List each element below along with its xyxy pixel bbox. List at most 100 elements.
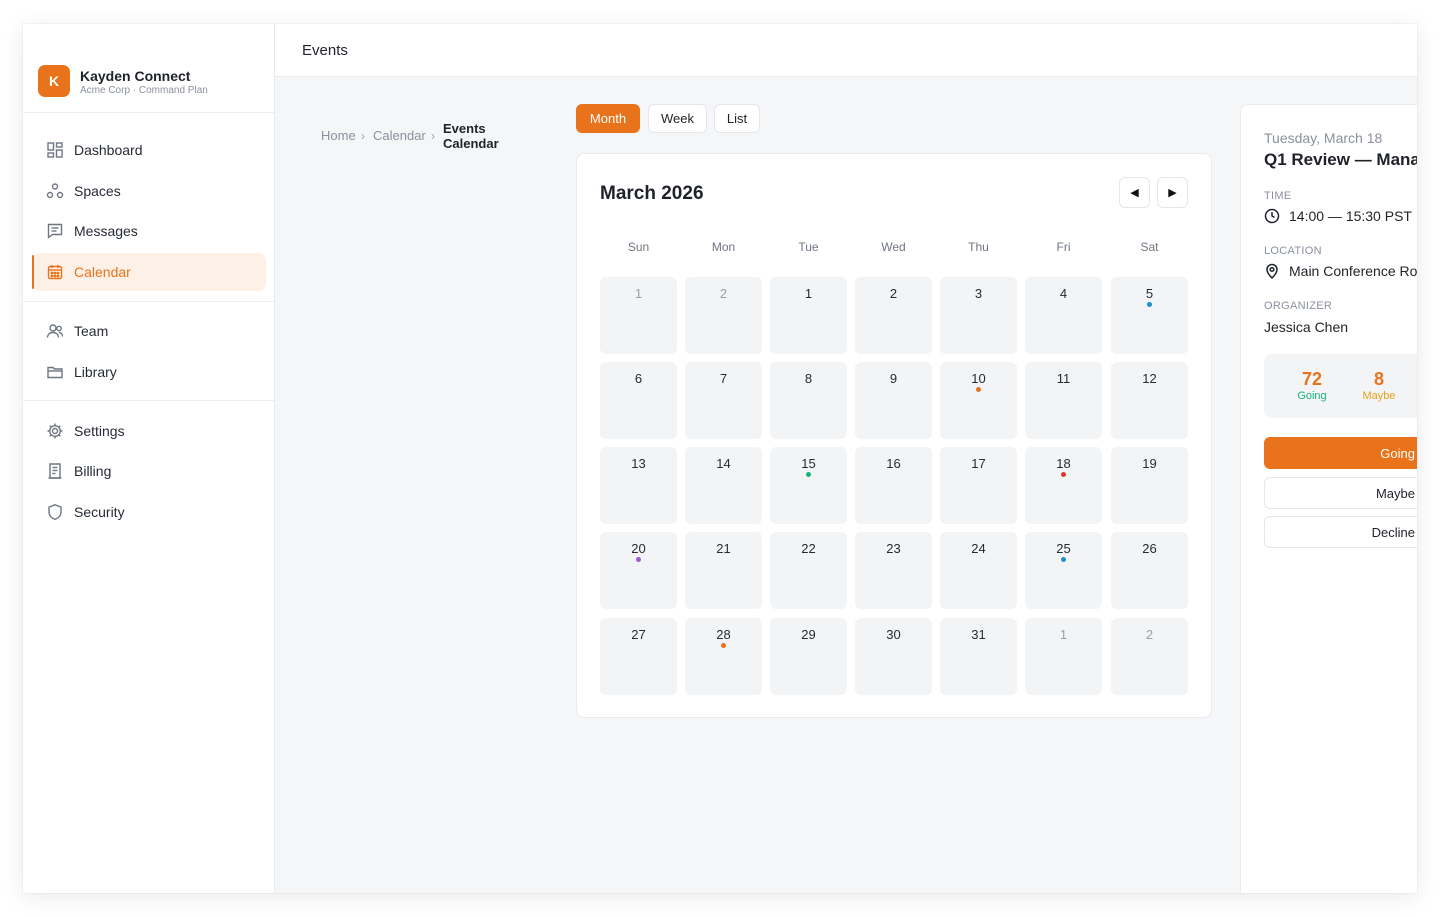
breadcrumb-separator: › xyxy=(431,129,435,143)
sidebar-item-team[interactable]: Team xyxy=(32,312,266,350)
calendar-day-cell[interactable]: 13 xyxy=(600,447,677,524)
next-month-button[interactable]: ▶ xyxy=(1157,177,1188,208)
previous-month-button[interactable]: ◀ xyxy=(1119,177,1150,208)
day-number: 18 xyxy=(1056,456,1071,471)
event-detail-panel: Tuesday, March 18 Q1 Review — Mana TIME … xyxy=(1240,104,1417,893)
sidebar-item-spaces[interactable]: Spaces xyxy=(32,172,266,210)
rsvp-decline-button[interactable]: Decline xyxy=(1264,516,1417,548)
calendar-day-cell[interactable]: 3 xyxy=(940,277,1017,354)
calendar-day-cell[interactable]: 22 xyxy=(770,532,847,609)
day-number: 13 xyxy=(631,456,646,471)
sidebar-item-label: Calendar xyxy=(74,264,131,280)
weekday-label: Wed xyxy=(881,240,906,254)
sidebar-item-label: Spaces xyxy=(74,183,121,199)
tab-week[interactable]: Week xyxy=(648,104,707,133)
calendar-day-cell[interactable]: 9 xyxy=(855,362,932,439)
calendar-day-cell[interactable]: 5 xyxy=(1111,277,1188,354)
sidebar-item-billing[interactable]: Billing xyxy=(32,452,266,490)
breadcrumb-separator: › xyxy=(361,129,365,143)
calendar-day-cell[interactable]: 2 xyxy=(855,277,932,354)
day-number: 25 xyxy=(1056,541,1071,556)
sidebar-item-messages[interactable]: Messages xyxy=(32,212,266,250)
event-indicator-dot xyxy=(1061,557,1066,562)
sidebar-item-security[interactable]: Security xyxy=(32,493,266,531)
folder-icon xyxy=(46,363,64,381)
day-number: 23 xyxy=(886,541,901,556)
day-number: 9 xyxy=(889,371,898,386)
top-bar: Events xyxy=(275,24,1417,77)
calendar-day-cell[interactable]: 8 xyxy=(770,362,847,439)
tab-month[interactable]: Month xyxy=(576,104,640,133)
breadcrumb-home[interactable]: Home xyxy=(321,128,356,143)
event-indicator-dot xyxy=(1147,302,1152,307)
sidebar-divider xyxy=(23,301,274,302)
calendar-day-cell[interactable]: 1 xyxy=(600,277,677,354)
calendar-day-cell[interactable]: 30 xyxy=(855,618,932,695)
calendar-day-cell[interactable]: 2 xyxy=(1111,618,1188,695)
event-indicator-dot xyxy=(636,557,641,562)
sidebar-item-library[interactable]: Library xyxy=(32,353,266,391)
day-number: 24 xyxy=(971,541,986,556)
calendar-day-cell[interactable]: 2 xyxy=(685,277,762,354)
day-number: 21 xyxy=(716,541,731,556)
tab-list[interactable]: List xyxy=(714,104,760,133)
day-number: 2 xyxy=(889,286,898,301)
receipt-icon xyxy=(46,462,64,480)
calendar-day-cell[interactable]: 1 xyxy=(1025,618,1102,695)
day-number: 1 xyxy=(1059,627,1068,642)
time-label: TIME xyxy=(1264,190,1292,202)
weekday-label: Sun xyxy=(627,240,650,254)
event-indicator-dot xyxy=(806,472,811,477)
calendar-day-cell[interactable]: 19 xyxy=(1111,447,1188,524)
sidebar-item-dashboard[interactable]: Dashboard xyxy=(32,131,266,169)
calendar-day-cell[interactable]: 21 xyxy=(685,532,762,609)
calendar-day-cell[interactable]: 11 xyxy=(1025,362,1102,439)
sidebar-item-settings[interactable]: Settings xyxy=(32,412,266,450)
calendar-day-cell[interactable]: 27 xyxy=(600,618,677,695)
calendar-day-cell[interactable]: 6 xyxy=(600,362,677,439)
event-indicator-dot xyxy=(1061,472,1066,477)
calendar-day-cell[interactable]: 31 xyxy=(940,618,1017,695)
location-label: LOCATION xyxy=(1264,245,1322,257)
event-location: Main Conference Ro xyxy=(1264,263,1417,279)
breadcrumb-current-line2: Calendar xyxy=(443,136,499,151)
calendar-day-cell[interactable]: 15 xyxy=(770,447,847,524)
brand-logo[interactable]: K xyxy=(38,65,70,97)
calendar-day-cell[interactable]: 25 xyxy=(1025,532,1102,609)
day-number: 14 xyxy=(716,456,731,471)
messages-icon xyxy=(46,222,64,240)
calendar-day-cell[interactable]: 12 xyxy=(1111,362,1188,439)
calendar-day-cell[interactable]: 7 xyxy=(685,362,762,439)
calendar-day-cell[interactable]: 20 xyxy=(600,532,677,609)
calendar-day-cell[interactable]: 4 xyxy=(1025,277,1102,354)
calendar-day-cell[interactable]: 14 xyxy=(685,447,762,524)
team-icon xyxy=(46,322,64,340)
organizer-label: ORGANIZER xyxy=(1264,300,1333,312)
brand-name: Kayden Connect xyxy=(80,68,191,84)
day-number: 11 xyxy=(1056,371,1071,386)
sidebar-item-calendar[interactable]: Calendar xyxy=(32,253,266,291)
calendar-day-cell[interactable]: 10 xyxy=(940,362,1017,439)
calendar-day-cell[interactable]: 16 xyxy=(855,447,932,524)
day-number: 5 xyxy=(1145,286,1154,301)
event-indicator-dot xyxy=(721,643,726,648)
map-pin-icon xyxy=(1264,263,1280,279)
rsvp-going-button[interactable]: Going xyxy=(1264,437,1417,469)
day-number: 17 xyxy=(971,456,986,471)
calendar-day-cell[interactable]: 24 xyxy=(940,532,1017,609)
day-number: 27 xyxy=(631,627,646,642)
calendar-day-cell[interactable]: 29 xyxy=(770,618,847,695)
calendar-day-cell[interactable]: 18 xyxy=(1025,447,1102,524)
event-time-value: 14:00 — 15:30 PST xyxy=(1289,208,1412,224)
calendar-day-cell[interactable]: 1 xyxy=(770,277,847,354)
calendar-day-cell[interactable]: 23 xyxy=(855,532,932,609)
day-number: 4 xyxy=(1059,286,1068,301)
calendar-day-cell[interactable]: 28 xyxy=(685,618,762,695)
rsvp-maybe-button[interactable]: Maybe xyxy=(1264,477,1417,509)
event-title: Q1 Review — Mana xyxy=(1264,150,1417,169)
calendar-day-cell[interactable]: 26 xyxy=(1111,532,1188,609)
breadcrumb-calendar[interactable]: Calendar xyxy=(373,128,426,143)
calendar-day-cell[interactable]: 17 xyxy=(940,447,1017,524)
going-count: 72 xyxy=(1301,369,1323,389)
day-number: 16 xyxy=(886,456,901,471)
